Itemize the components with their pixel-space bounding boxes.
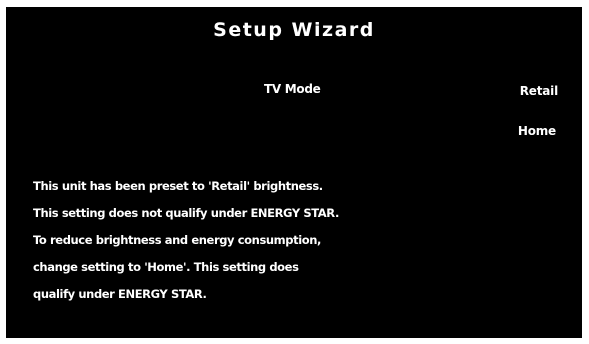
tv-mode-label: TV Mode xyxy=(264,82,321,96)
energy-star-message: This unit has been preset to 'Retail' br… xyxy=(33,178,339,313)
message-line: To reduce brightness and energy consumpt… xyxy=(33,233,321,247)
message-line: This setting does not qualify under ENER… xyxy=(33,206,339,220)
message-line: This unit has been preset to 'Retail' br… xyxy=(33,179,323,193)
wizard-title: Setup Wizard xyxy=(213,19,375,41)
message-line: change setting to 'Home'. This setting d… xyxy=(33,260,299,274)
setup-wizard-screen: Setup Wizard TV Mode Retail Home This un… xyxy=(6,7,582,338)
message-line: qualify under ENERGY STAR. xyxy=(33,287,207,301)
option-retail[interactable]: Retail xyxy=(520,84,558,98)
option-home[interactable]: Home xyxy=(518,124,556,138)
